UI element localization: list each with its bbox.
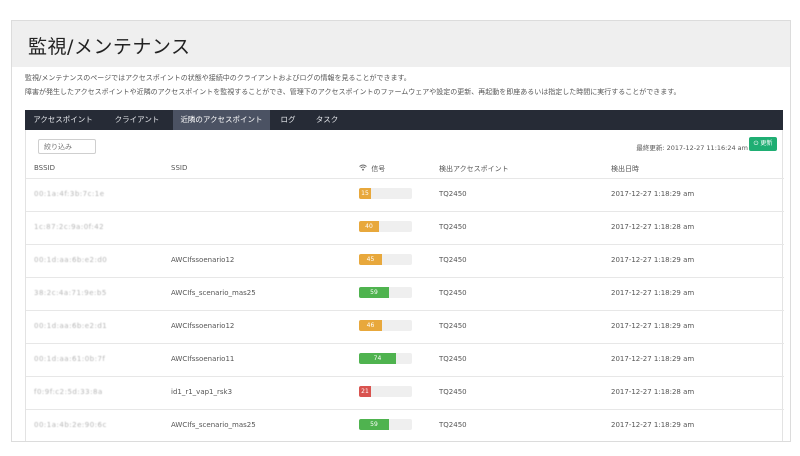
ssid-cell: id1_r1_vap1_rsk3 xyxy=(171,388,233,396)
table-row[interactable]: 38:2c:4a:71:9e:b5 AWCIfs_scenario_mas25 59… xyxy=(26,277,784,310)
header-detected-time[interactable]: 検出日時 xyxy=(611,164,639,174)
table-row[interactable]: 1c:87:2c:9a:0f:42 40 TQ2450 2017-12-27 1:18… xyxy=(26,211,784,244)
detected-time-cell: 2017-12-27 1:18:29 am xyxy=(611,190,695,198)
signal-value: 74 xyxy=(359,353,396,364)
header-ssid[interactable]: SSID xyxy=(171,164,187,172)
tab-bar: アクセスポイント クライアント 近隣のアクセスポイント ログ タスク xyxy=(25,110,783,130)
detected-ap-cell: TQ2450 xyxy=(439,322,467,330)
bssid-cell: 00:1d:aa:6b:e2:d1 xyxy=(34,322,108,330)
detected-time-cell: 2017-12-27 1:18:28 am xyxy=(611,223,695,231)
table-row[interactable]: 00:1d:aa:61:0b:7f AWCIfssoenario11 74 TQ245… xyxy=(26,343,784,376)
bssid-cell: f0:9f:c2:5d:33:8a xyxy=(34,388,103,396)
header-detected-ap[interactable]: 検出アクセスポイント xyxy=(439,164,509,174)
signal-bar: 45 xyxy=(359,254,412,265)
last-updated-text: 最終更新: 2017-12-27 11:16:24 am xyxy=(636,144,748,152)
signal-value: 40 xyxy=(359,221,379,232)
tab-logs[interactable]: ログ xyxy=(270,110,306,130)
detected-ap-cell: TQ2450 xyxy=(439,355,467,363)
page-description-line1: 監視/メンテナンスのページではアクセスポイントの状態や接続中のクライアントおよび… xyxy=(25,74,411,82)
filter-input[interactable] xyxy=(38,139,96,154)
signal-bar: 46 xyxy=(359,320,412,331)
signal-bar: 15 xyxy=(359,188,412,199)
signal-value: 46 xyxy=(359,320,382,331)
tab-neighbor-aps[interactable]: 近隣のアクセスポイント xyxy=(173,110,270,130)
ssid-cell: AWCIfs_scenario_mas25 xyxy=(171,289,256,297)
detected-ap-cell: TQ2450 xyxy=(439,256,467,264)
detected-ap-cell: TQ2450 xyxy=(439,190,467,198)
bssid-cell: 00:1a:4f:3b:7c:1e xyxy=(34,190,105,198)
refresh-button[interactable]: ⏻ 更新 xyxy=(749,137,777,151)
tab-tasks[interactable]: タスク xyxy=(306,110,348,130)
bssid-cell: 1c:87:2c:9a:0f:42 xyxy=(34,223,105,231)
table-row[interactable]: 00:1d:aa:6b:e2:d1 AWCIfssoenario12 46 TQ245… xyxy=(26,310,784,343)
signal-value: 59 xyxy=(359,287,389,298)
table-row[interactable]: 00:1a:4b:2e:90:6c AWCIfs_scenario_mas25 59… xyxy=(26,409,784,441)
neighbor-ap-content: 最終更新: 2017-12-27 11:16:24 am ⏻ 更新 BSSID … xyxy=(25,130,784,441)
signal-value: 59 xyxy=(359,419,389,430)
ssid-cell: AWCIfssoenario12 xyxy=(171,322,235,330)
signal-value: 45 xyxy=(359,254,382,265)
table-row[interactable]: 00:1a:4f:3b:7c:1e 15 TQ2450 2017-12-27 1:18… xyxy=(26,178,784,211)
detected-ap-cell: TQ2450 xyxy=(439,421,467,429)
table-row[interactable]: f0:9f:c2:5d:33:8a id1_r1_vap1_rsk3 21 TQ245… xyxy=(26,376,784,409)
bssid-cell: 00:1d:aa:6b:e2:d0 xyxy=(34,256,108,264)
signal-bar: 21 xyxy=(359,386,412,397)
signal-bar: 40 xyxy=(359,221,412,232)
bssid-cell: 00:1d:aa:61:0b:7f xyxy=(34,355,106,363)
tab-access-points[interactable]: アクセスポイント xyxy=(25,110,101,130)
detected-ap-cell: TQ2450 xyxy=(439,388,467,396)
detected-time-cell: 2017-12-27 1:18:29 am xyxy=(611,322,695,330)
bssid-cell: 00:1a:4b:2e:90:6c xyxy=(34,421,107,429)
header-signal[interactable]: 信号 xyxy=(359,164,385,174)
table-row[interactable]: 00:1d:aa:6b:e2:d0 AWCIfssoenario12 45 TQ245… xyxy=(26,244,784,277)
window: 監視/メンテナンス 監視/メンテナンスのページではアクセスポイントの状態や接続中… xyxy=(0,0,800,456)
page-description-line2: 障害が発生したアクセスポイントや近隣のアクセスポイントを監視することができ、管理… xyxy=(25,88,681,96)
ssid-cell: AWCIfssoenario12 xyxy=(171,256,235,264)
tab-clients[interactable]: クライアント xyxy=(101,110,173,130)
ssid-cell: AWCIfs_scenario_mas25 xyxy=(171,421,256,429)
bssid-cell: 38:2c:4a:71:9e:b5 xyxy=(34,289,107,297)
page-title: 監視/メンテナンス xyxy=(28,36,191,58)
header-bssid[interactable]: BSSID xyxy=(34,164,55,172)
signal-value: 15 xyxy=(359,188,371,199)
detected-ap-cell: TQ2450 xyxy=(439,289,467,297)
detected-time-cell: 2017-12-27 1:18:29 am xyxy=(611,256,695,264)
detected-time-cell: 2017-12-27 1:18:29 am xyxy=(611,355,695,363)
detected-ap-cell: TQ2450 xyxy=(439,223,467,231)
wifi-icon xyxy=(359,164,369,173)
header-signal-label: 信号 xyxy=(371,165,386,173)
ssid-cell: AWCIfssoenario11 xyxy=(171,355,235,363)
signal-bar: 59 xyxy=(359,419,412,430)
detected-time-cell: 2017-12-27 1:18:28 am xyxy=(611,388,695,396)
detected-time-cell: 2017-12-27 1:18:29 am xyxy=(611,289,695,297)
signal-bar: 59 xyxy=(359,287,412,298)
signal-value: 21 xyxy=(359,386,371,397)
signal-bar: 74 xyxy=(359,353,412,364)
detected-time-cell: 2017-12-27 1:18:29 am xyxy=(611,421,695,429)
monitor-panel: 監視/メンテナンス 監視/メンテナンスのページではアクセスポイントの状態や接続中… xyxy=(11,20,791,442)
page-header: 監視/メンテナンス xyxy=(12,21,790,67)
